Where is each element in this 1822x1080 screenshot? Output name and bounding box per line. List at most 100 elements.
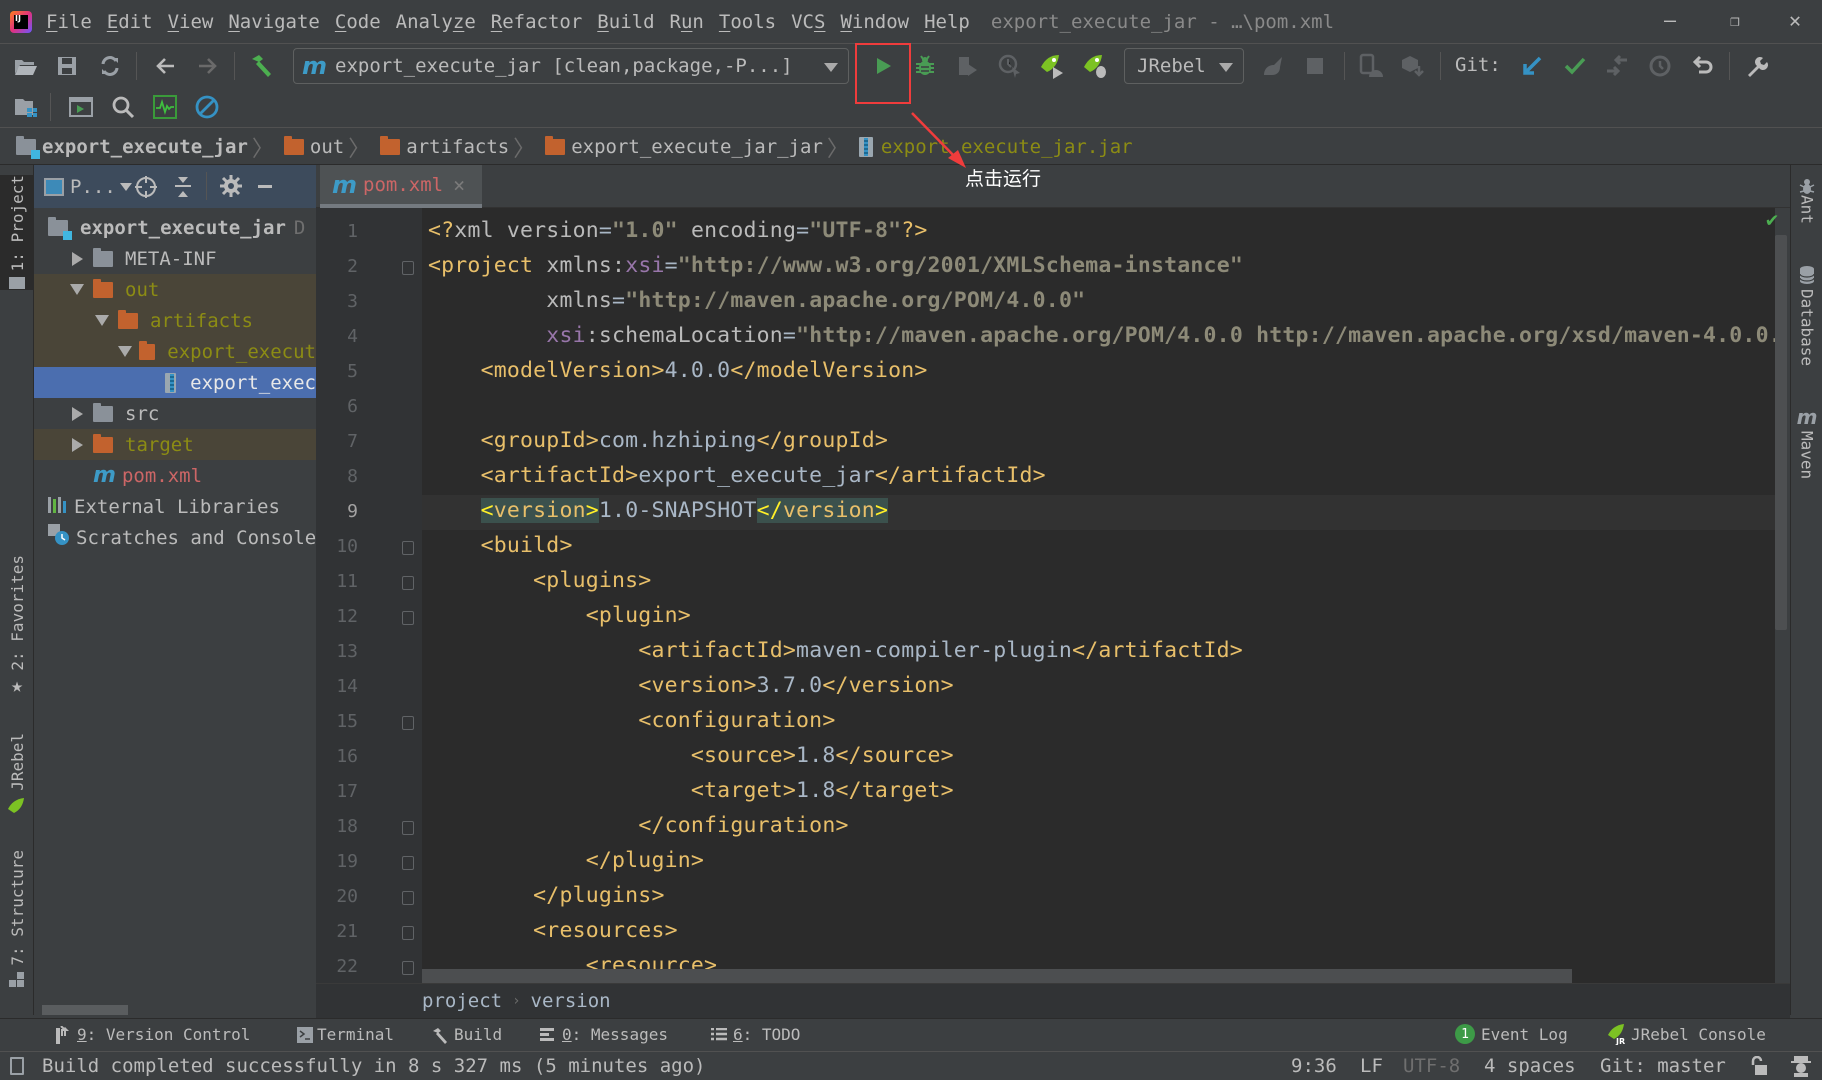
jrebel-debug-button[interactable]: [1080, 51, 1110, 81]
menu-window[interactable]: Window: [840, 11, 909, 33]
jrebel-select[interactable]: JRebel: [1124, 48, 1244, 84]
menu-edit[interactable]: Edit: [107, 11, 153, 33]
tab-favorites[interactable]: 2: Favorites ★: [0, 555, 34, 705]
chevron-down-icon[interactable]: [118, 346, 133, 357]
menu-run[interactable]: Run: [670, 11, 704, 33]
file-encoding[interactable]: UTF-8: [1403, 1055, 1460, 1077]
code-editor[interactable]: <?xml version="1.0" encoding="UTF-8"?> <p…: [422, 208, 1775, 983]
menu-view[interactable]: View: [168, 11, 214, 33]
menu-tools[interactable]: Tools: [719, 11, 776, 33]
settings-button[interactable]: [1742, 51, 1772, 81]
sdk-manager-button[interactable]: [1397, 51, 1427, 81]
menu-navigate[interactable]: Navigate: [228, 11, 320, 33]
tree-item[interactable]: META-INF: [34, 243, 316, 274]
fold-end-icon[interactable]: [402, 891, 414, 905]
tab-event-log[interactable]: 1 Event Log: [1455, 1024, 1568, 1044]
menu-build[interactable]: Build: [597, 11, 654, 33]
run-configuration-select[interactable]: m export_execute_jar [clean,package,-P..…: [293, 48, 849, 84]
tree-item[interactable]: src: [34, 398, 316, 429]
toggle-tool-windows-icon[interactable]: [10, 1057, 24, 1075]
stop-button[interactable]: [1300, 51, 1330, 81]
locate-file-button[interactable]: [134, 175, 158, 204]
indent-setting[interactable]: 4 spaces: [1484, 1055, 1576, 1077]
tab-version-control[interactable]: 9: Version Control: [55, 1025, 250, 1044]
save-all-button[interactable]: [52, 51, 82, 81]
attach-debugger-button[interactable]: [1258, 51, 1288, 81]
tab-messages[interactable]: 0: Messages: [540, 1025, 668, 1044]
tab-jrebel[interactable]: JRebel: [0, 733, 34, 843]
profile-button[interactable]: [995, 51, 1025, 81]
chevron-right-icon[interactable]: [71, 251, 83, 266]
chevron-right-icon[interactable]: [71, 406, 83, 421]
activity-monitor-button[interactable]: [150, 92, 180, 122]
status-message[interactable]: Build completed successfully in 8 s 327 …: [42, 1055, 705, 1077]
editor-breadcrumb-project[interactable]: project: [422, 990, 502, 1012]
tab-ant[interactable]: Ant: [1791, 177, 1822, 237]
tree-expander[interactable]: [67, 251, 87, 266]
vcs-commit-button[interactable]: [1560, 51, 1590, 81]
restore-button[interactable]: ❐: [1710, 0, 1760, 40]
forward-button[interactable]: [193, 51, 223, 81]
vcs-history-button[interactable]: [1645, 51, 1675, 81]
chevron-down-icon[interactable]: [95, 315, 109, 326]
inspector-button[interactable]: [1790, 1055, 1812, 1080]
close-button[interactable]: ✕: [1770, 0, 1820, 40]
fold-collapse-icon[interactable]: [402, 611, 414, 625]
vcs-compare-button[interactable]: [1602, 51, 1632, 81]
build-project-button[interactable]: [247, 51, 277, 81]
tree-expander[interactable]: [117, 346, 133, 357]
project-structure-button[interactable]: [11, 92, 41, 122]
search-everywhere-button[interactable]: [108, 92, 138, 122]
tree-expander[interactable]: [67, 406, 87, 421]
vcs-rollback-button[interactable]: [1688, 51, 1718, 81]
debug-button[interactable]: [910, 51, 940, 81]
tree-item[interactable]: Scratches and Console: [34, 522, 316, 553]
chevron-down-icon[interactable]: [119, 182, 132, 191]
run-with-coverage-button[interactable]: [952, 51, 982, 81]
tree-item[interactable]: out: [34, 274, 316, 305]
tree-item[interactable]: export_exec: [34, 367, 316, 398]
fold-collapse-icon[interactable]: [402, 541, 414, 555]
tab-build[interactable]: Build: [432, 1025, 502, 1044]
fold-collapse-icon[interactable]: [402, 716, 414, 730]
tree-item[interactable]: export_execute_jar D: [34, 212, 316, 243]
fold-end-icon[interactable]: [402, 821, 414, 835]
editor-vertical-scrollbar[interactable]: [1775, 235, 1787, 630]
panel-settings-button[interactable]: [219, 174, 243, 203]
project-view-selector[interactable]: P...: [70, 176, 116, 198]
synchronize-button[interactable]: [95, 51, 125, 81]
menu-analyze[interactable]: Analyze: [396, 11, 476, 33]
run-dashboard-button[interactable]: [66, 92, 96, 122]
tree-expander[interactable]: [92, 315, 112, 326]
power-save-mode-button[interactable]: [192, 92, 222, 122]
tree-item[interactable]: export_execut: [34, 336, 316, 367]
tree-item[interactable]: m pom.xml: [34, 460, 316, 491]
jrebel-run-button[interactable]: [1037, 51, 1067, 81]
tab-structure[interactable]: 7: Structure: [0, 850, 34, 1000]
caret-position[interactable]: 9:36: [1291, 1055, 1337, 1077]
tab-maven[interactable]: m Maven: [1791, 405, 1822, 505]
menu-help[interactable]: Help: [924, 11, 970, 33]
fold-collapse-icon[interactable]: [402, 261, 414, 275]
chevron-right-icon[interactable]: [71, 437, 83, 452]
fold-collapse-icon[interactable]: [402, 961, 414, 975]
tree-item[interactable]: External Libraries: [34, 491, 316, 522]
panel-horizontal-scrollbar[interactable]: [42, 1005, 128, 1015]
editor-breadcrumb-version[interactable]: version: [531, 990, 611, 1012]
hide-panel-button[interactable]: [258, 185, 272, 188]
close-tab-icon[interactable]: ×: [453, 173, 465, 197]
open-button[interactable]: [11, 51, 41, 81]
nav-crumb-folder[interactable]: export_execute_jar_jar 〉: [545, 131, 855, 163]
tab-database[interactable]: Database: [1791, 265, 1822, 385]
minimize-button[interactable]: —: [1645, 0, 1695, 40]
back-button[interactable]: [150, 51, 180, 81]
line-separator[interactable]: LF: [1360, 1055, 1383, 1077]
tab-project[interactable]: 1: Project: [0, 175, 34, 290]
fold-end-icon[interactable]: [402, 856, 414, 870]
menu-refactor[interactable]: Refactor: [491, 11, 583, 33]
menu-file[interactable]: File: [46, 11, 92, 33]
tree-item[interactable]: target: [34, 429, 316, 460]
editor-tab-pom-xml[interactable]: m pom.xml ×: [320, 165, 482, 208]
avd-manager-button[interactable]: [1356, 51, 1386, 81]
vcs-update-button[interactable]: [1517, 51, 1547, 81]
